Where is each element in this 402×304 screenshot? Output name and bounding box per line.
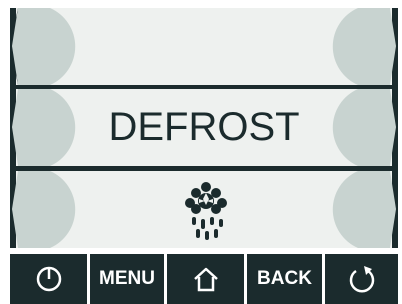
refresh-button[interactable] — [325, 254, 398, 304]
menu-row-1 — [10, 8, 398, 85]
control-panel: DEFROST — [10, 8, 398, 248]
row2-right-button[interactable] — [318, 89, 398, 166]
menu-label: MENU — [99, 268, 155, 289]
bottom-toolbar: MENU BACK — [10, 254, 398, 304]
row3-left-button[interactable] — [10, 171, 90, 248]
home-button[interactable] — [167, 254, 244, 304]
back-button[interactable]: BACK — [247, 254, 322, 304]
power-button[interactable] — [10, 254, 87, 304]
menu-row-3 — [10, 171, 398, 248]
appliance-screen: DEFROST MENU BACK — [0, 0, 402, 304]
refresh-icon — [349, 266, 374, 293]
row1-right-button[interactable] — [318, 8, 398, 85]
back-label: BACK — [257, 268, 312, 289]
row1-left-button[interactable] — [10, 8, 90, 85]
row3-right-button[interactable] — [318, 171, 398, 248]
left-arrow-icon — [10, 8, 76, 85]
right-arrow-icon — [332, 89, 398, 166]
right-arrow-icon — [332, 171, 398, 248]
left-arrow-icon — [10, 171, 76, 248]
right-arrow-icon — [332, 8, 398, 85]
menu-row-2: DEFROST — [10, 89, 398, 166]
menu-button[interactable]: MENU — [90, 254, 164, 304]
defrost-icon — [185, 182, 227, 240]
home-icon — [193, 267, 218, 292]
power-icon — [36, 266, 61, 292]
